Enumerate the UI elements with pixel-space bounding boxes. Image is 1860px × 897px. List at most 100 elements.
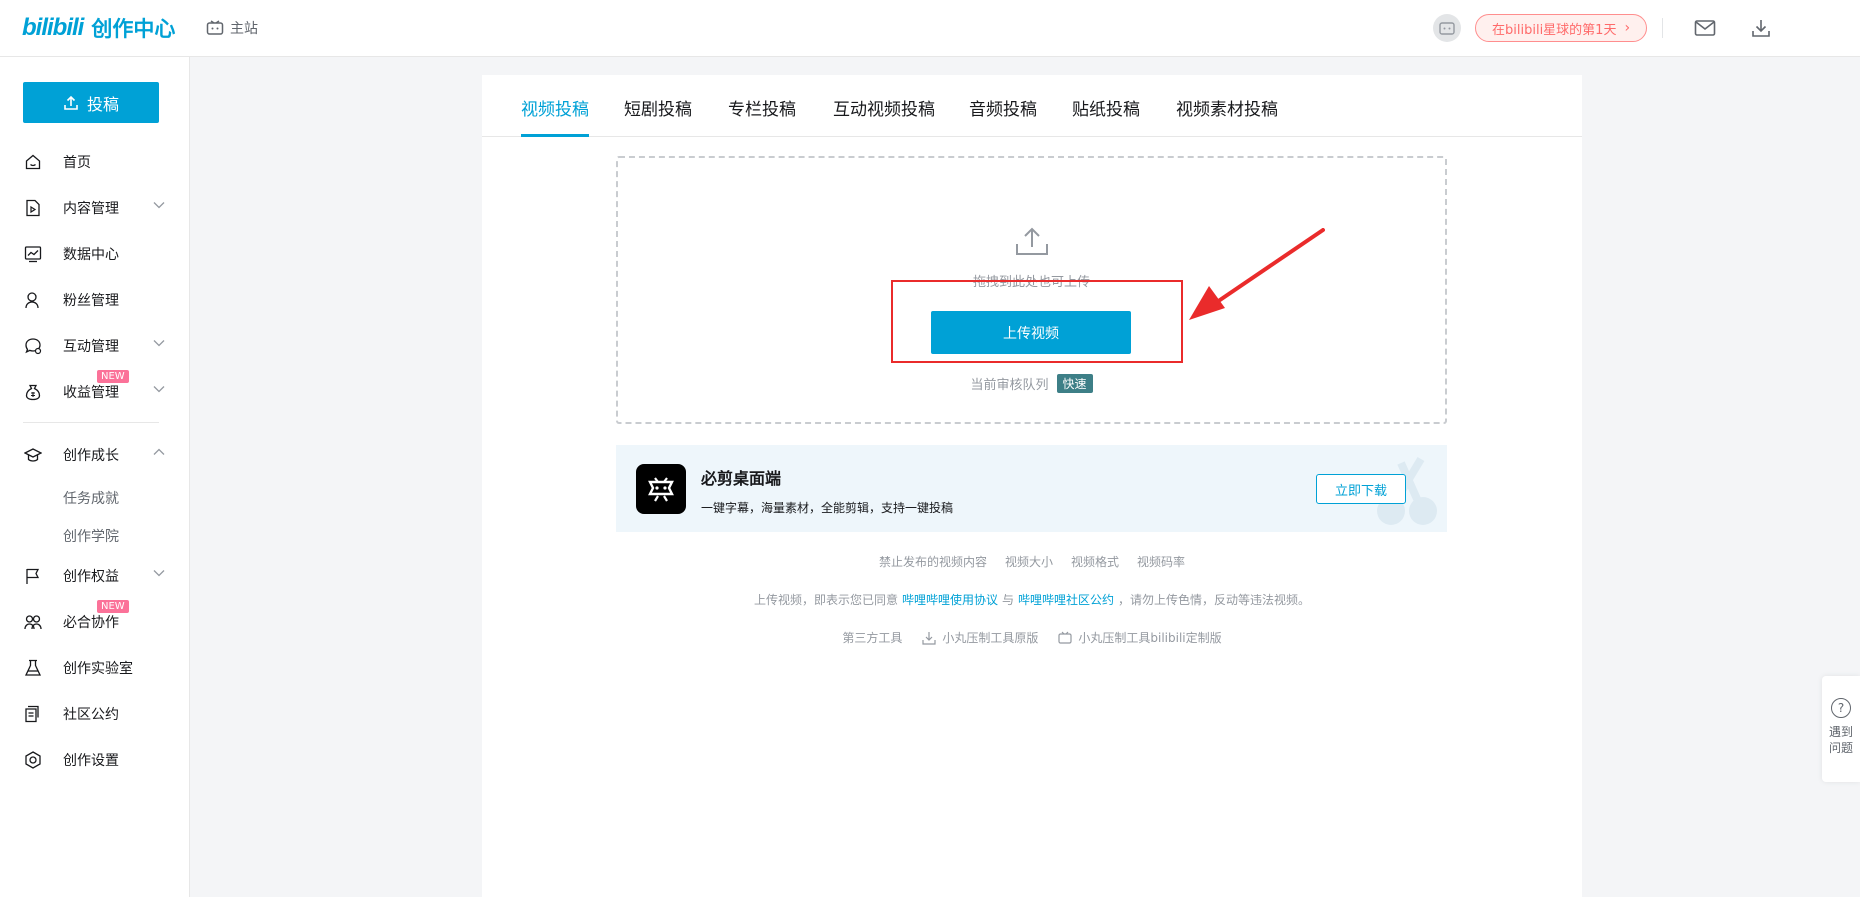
sidebar-item-settings[interactable]: 创作设置	[0, 740, 190, 780]
download-button[interactable]	[1749, 16, 1773, 40]
logo-bili: bilibili	[22, 14, 84, 41]
main-site-link[interactable]: 主站	[206, 18, 258, 38]
tab-sticker[interactable]: 贴纸投稿	[1072, 95, 1140, 137]
chevron-down-icon	[153, 202, 165, 209]
sidebar-item-label: 创作成长	[63, 448, 119, 464]
avatar[interactable]	[1433, 14, 1461, 42]
tab-video[interactable]: 视频投稿	[521, 95, 589, 137]
chevron-down-icon	[153, 340, 165, 347]
tool-xiaowan-original-label: 小丸压制工具原版	[942, 631, 1039, 645]
chat-icon	[24, 337, 42, 355]
logo-title: 创作中心	[91, 17, 176, 41]
link-video-bitrate[interactable]: 视频码率	[1137, 553, 1185, 570]
sidebar-upload-button[interactable]: 投稿	[23, 82, 159, 123]
sidebar-divider	[23, 422, 159, 423]
info-links: 禁止发布的视频内容 视频大小 视频格式 视频码率	[482, 553, 1582, 570]
flag-icon	[24, 567, 42, 585]
promo-title: 必剪桌面端	[701, 469, 782, 488]
promo-description: 一键字幕，海量素材，全能剪辑，支持一键投稿	[701, 501, 954, 515]
sidebar-item-label: 收益管理	[63, 385, 119, 401]
scroll-icon	[24, 705, 42, 723]
sidebar-item-label: 创作实验室	[63, 661, 133, 677]
planet-days-badge[interactable]: 在bilibili星球的第1天 ›	[1475, 14, 1648, 42]
community-convention-link[interactable]: 哔哩哔哩社区公约	[1018, 591, 1114, 608]
download-icon	[922, 631, 936, 645]
tool-xiaowan-original[interactable]: 小丸压制工具原版	[922, 629, 1038, 646]
tool-xiaowan-bilibili-label: 小丸压制工具bilibili定制版	[1078, 631, 1222, 645]
planet-days-text: 在bilibili星球的第1天	[1492, 22, 1617, 38]
help-text: 遇到问题	[1829, 725, 1853, 755]
link-video-size[interactable]: 视频大小	[1005, 553, 1053, 570]
sidebar-item-label: 创作设置	[63, 753, 119, 769]
upload-cloud-icon	[1016, 227, 1048, 255]
help-float-button[interactable]: ? 遇到问题	[1822, 676, 1860, 782]
sidebar-item-home[interactable]: 首页	[0, 142, 190, 182]
header-divider	[1662, 18, 1663, 38]
agreement-notice: 上传视频，即表示您已同意 哔哩哔哩使用协议 与 哔哩哔哩社区公约 ，请勿上传色情…	[482, 591, 1582, 608]
sidebar-item-academy[interactable]: 创作学院	[63, 526, 119, 546]
tab-interactive-video[interactable]: 互动视频投稿	[833, 95, 935, 137]
review-queue-status: 快速	[1056, 374, 1093, 393]
new-badge: NEW	[97, 370, 129, 383]
sidebar-item-tasks[interactable]: 任务成就	[63, 488, 119, 508]
upload-icon	[64, 95, 78, 110]
agreement-suffix: ，请勿上传色情，反动等违法视频。	[1118, 593, 1311, 607]
sidebar-item-earnings[interactable]: 收益管理 NEW	[0, 370, 190, 412]
sidebar-item-collab[interactable]: 必合协作 NEW	[0, 600, 190, 642]
tv-icon	[1058, 631, 1072, 644]
tab-article[interactable]: 专栏投稿	[728, 95, 796, 137]
chevron-right-icon: ›	[1624, 20, 1631, 36]
help-icon: ?	[1831, 698, 1851, 718]
download-now-button[interactable]: 立即下载	[1316, 474, 1406, 504]
download-icon	[1752, 20, 1770, 37]
sidebar-item-label: 创作权益	[63, 569, 119, 585]
sidebar-item-rights[interactable]: 创作权益	[0, 556, 190, 596]
annotation-arrow	[1189, 228, 1325, 320]
link-video-format[interactable]: 视频格式	[1071, 553, 1119, 570]
main-site-label: 主站	[230, 21, 258, 37]
sidebar-item-label: 内容管理	[63, 201, 119, 217]
sidebar-item-convention[interactable]: 社区公约	[0, 694, 190, 734]
new-badge: NEW	[97, 600, 129, 613]
bijian-app-icon	[636, 464, 686, 514]
mail-icon	[1694, 20, 1716, 36]
settings-icon	[24, 751, 42, 769]
fans-icon	[24, 291, 42, 309]
chevron-down-icon	[153, 570, 165, 577]
bijian-promo-banner: 必剪桌面端 一键字幕，海量素材，全能剪辑，支持一键投稿 立即下载	[616, 445, 1447, 532]
agreement-mid: 与	[1001, 593, 1014, 607]
sidebar-item-label: 首页	[63, 155, 91, 171]
terms-of-use-link[interactable]: 哔哩哔哩使用协议	[902, 591, 998, 608]
tv-icon	[206, 20, 224, 35]
upload-video-button[interactable]: 上传视频	[931, 311, 1131, 354]
link-prohibited-content[interactable]: 禁止发布的视频内容	[879, 553, 987, 570]
content-icon	[24, 199, 42, 217]
agreement-prefix: 上传视频，即表示您已同意	[753, 593, 898, 607]
home-icon	[24, 153, 42, 171]
sidebar-item-fans[interactable]: 粉丝管理	[0, 280, 190, 320]
upload-label: 投稿	[86, 94, 119, 114]
tab-drama[interactable]: 短剧投稿	[624, 95, 692, 137]
sidebar-item-content[interactable]: 内容管理	[0, 188, 190, 228]
sidebar-item-growth[interactable]: 创作成长	[0, 435, 190, 475]
sidebar-item-lab[interactable]: 创作实验室	[0, 648, 190, 688]
money-icon	[24, 383, 42, 401]
sidebar-item-interaction[interactable]: 互动管理	[0, 326, 190, 366]
avatar-icon	[1439, 22, 1455, 35]
chart-icon	[24, 245, 42, 263]
tool-xiaowan-bilibili[interactable]: 小丸压制工具bilibili定制版	[1058, 629, 1222, 646]
top-header: bilibili 创作中心 主站 在bilibili星球的第1天 ›	[0, 0, 1860, 57]
sidebar-item-label: 必合协作	[63, 615, 119, 631]
third-party-tools: 第三方工具 小丸压制工具原版 小丸压制工具bilibili定制版	[482, 629, 1582, 646]
sidebar-item-data[interactable]: 数据中心	[0, 234, 190, 274]
main-card: 视频投稿 短剧投稿 专栏投稿 互动视频投稿 音频投稿 贴纸投稿 视频素材投稿 拖…	[482, 75, 1582, 897]
team-icon	[24, 613, 42, 631]
sidebar-item-label: 粉丝管理	[63, 293, 119, 309]
tab-material[interactable]: 视频素材投稿	[1176, 95, 1278, 137]
chevron-up-icon	[153, 448, 165, 455]
logo[interactable]: bilibili 创作中心	[22, 14, 175, 42]
review-queue-label: 当前审核队列	[970, 378, 1049, 393]
mail-button[interactable]	[1693, 16, 1717, 40]
sidebar-item-label: 数据中心	[63, 247, 119, 263]
tab-audio[interactable]: 音频投稿	[969, 95, 1037, 137]
